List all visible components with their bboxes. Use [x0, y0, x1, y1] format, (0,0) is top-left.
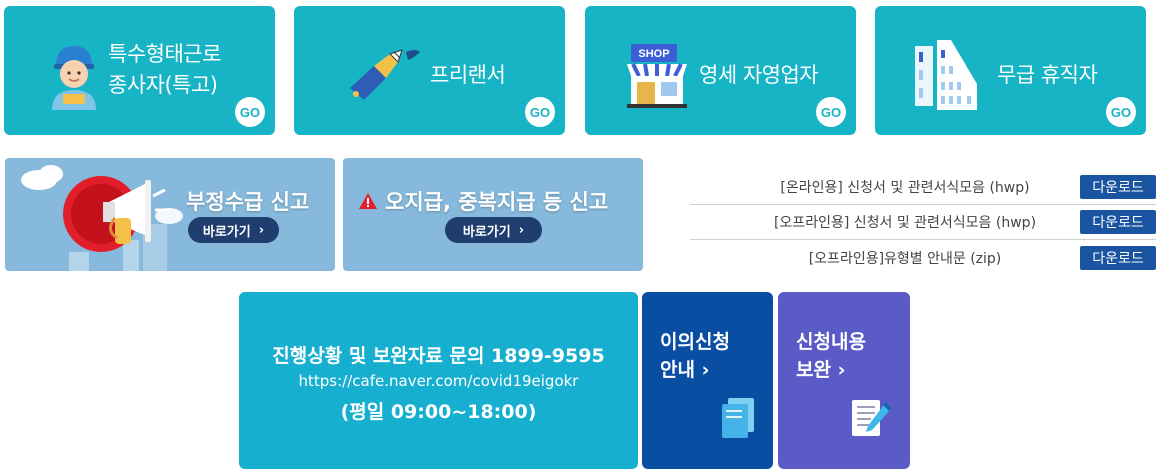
supplement-application-card[interactable]: 신청내용 보완 ›: [778, 292, 910, 469]
worker-icon: [52, 46, 96, 110]
button-label: 바로가기: [202, 224, 251, 240]
download-row: [오프라인용]유형별 안내문 (zip) 다운로드: [690, 240, 1156, 275]
banner-overpayment-report[interactable]: 오지급, 중복지급 등 신고 바로가기 ›: [343, 158, 643, 271]
card-label: 이의신청 안내 ›: [660, 331, 730, 381]
download-button[interactable]: 다운로드: [1080, 210, 1156, 234]
download-button[interactable]: 다운로드: [1080, 245, 1156, 270]
shop-icon: SHOP: [627, 44, 687, 108]
tile-label: 특수형태근로 종사자(특고): [108, 42, 221, 97]
warning-icon: [359, 193, 377, 209]
go-shortcut-button[interactable]: 바로가기 ›: [188, 217, 279, 243]
tile-special-workers[interactable]: 특수형태근로 종사자(특고) GO: [4, 6, 275, 135]
contact-info-box: 진행상황 및 보완자료 문의 1899-9595 https://cafe.na…: [239, 292, 638, 469]
contact-hours: (평일 09:00~18:00): [340, 401, 537, 423]
download-list: [온라인용] 신청서 및 관련서식모음 (hwp) 다운로드 [오프라인용] 신…: [690, 170, 1156, 275]
download-label: [온라인용] 신청서 및 관련서식모음 (hwp): [780, 180, 1030, 196]
tile-small-business[interactable]: SHOP 영세 자영업자 GO: [585, 6, 856, 135]
banner-title: 부정수급 신고: [186, 190, 310, 214]
download-label: [오프라인용]유형별 안내문 (zip): [808, 250, 1002, 267]
contact-phone: 진행상황 및 보완자료 문의 1899-9595: [272, 345, 605, 367]
building-icon: [915, 40, 977, 110]
tile-label: 프리랜서: [430, 63, 506, 87]
banner-fraud-report[interactable]: 부정수급 신고 바로가기 ›: [5, 158, 335, 271]
download-row: [오프라인용] 신청서 및 관련서식모음 (hwp) 다운로드: [690, 205, 1156, 240]
tile-freelancer[interactable]: 프리랜서 GO: [294, 6, 565, 135]
tile-label: 무급 휴직자: [997, 63, 1098, 87]
appeal-guide-card[interactable]: 이의신청 안내 ›: [642, 292, 773, 469]
go-button[interactable]: GO: [1106, 97, 1136, 127]
pen-icon: [350, 49, 420, 100]
download-label: [오프라인용] 신청서 및 관련서식모음 (hwp): [773, 215, 1037, 231]
download-row: [온라인용] 신청서 및 관련서식모음 (hwp) 다운로드: [690, 170, 1156, 205]
go-button[interactable]: GO: [525, 97, 555, 127]
form-edit-icon: [852, 400, 892, 436]
go-button[interactable]: GO: [235, 97, 265, 127]
chevron-right-icon: ›: [258, 222, 265, 238]
button-label: 바로가기: [462, 224, 511, 240]
svg-text:SHOP: SHOP: [638, 48, 669, 60]
documents-icon: [722, 398, 754, 438]
tile-label: 영세 자영업자: [699, 63, 819, 87]
go-shortcut-button[interactable]: 바로가기 ›: [445, 217, 542, 243]
tile-unpaid-leave[interactable]: 무급 휴직자 GO: [875, 6, 1146, 135]
banner-title: 오지급, 중복지급 등 신고: [385, 190, 609, 214]
banner-title-row: 오지급, 중복지급 등 신고: [359, 186, 608, 216]
card-label: 신청내용 보완 ›: [796, 331, 866, 381]
contact-cafe-link[interactable]: https://cafe.naver.com/covid19eigokr: [239, 372, 638, 390]
go-button[interactable]: GO: [816, 97, 846, 127]
chevron-right-icon: ›: [518, 222, 525, 238]
download-button[interactable]: 다운로드: [1080, 175, 1156, 199]
megaphone-icon: [21, 165, 183, 271]
